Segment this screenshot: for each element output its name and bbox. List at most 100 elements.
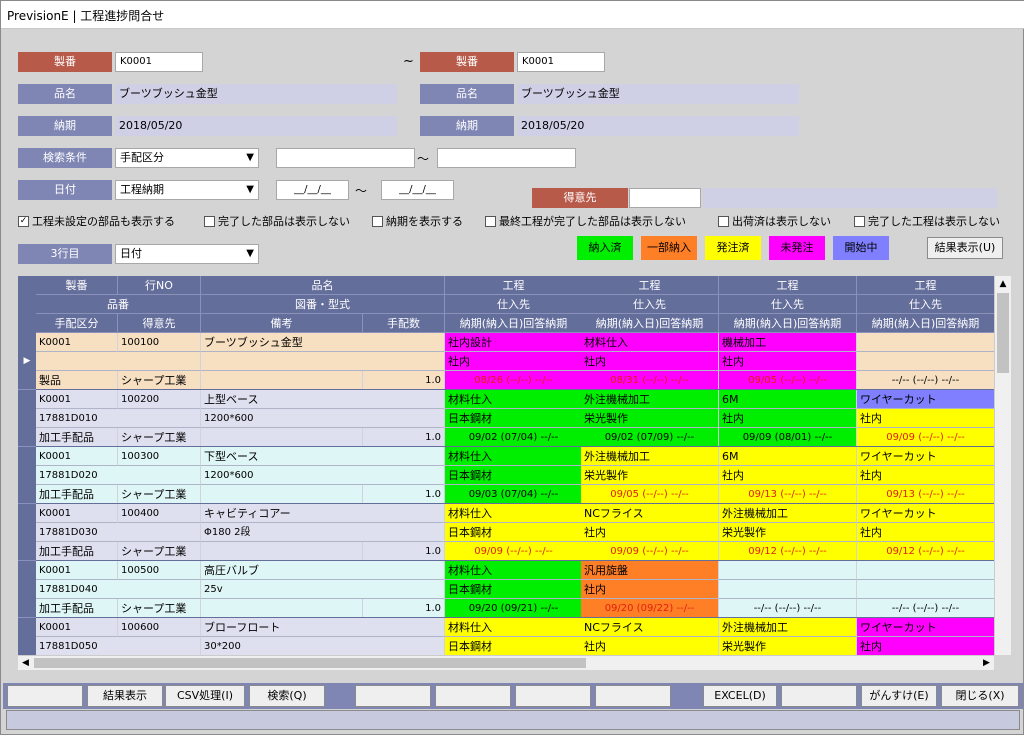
cell-process-name: ワイヤーカット [857,447,994,466]
col-header-noki: 納期(納入日)回答納期 [445,314,583,333]
cell-hinban-blank [118,637,201,655]
cell-process-date: 09/05 (--/--) --/-- [581,485,719,504]
row-selector[interactable] [18,561,36,618]
cell-zuban: Φ180 2段 [201,523,445,542]
scroll-right-icon[interactable]: ▶ [979,656,994,670]
cell-process-name: 6M [719,390,857,409]
cell-process-name [857,333,994,352]
vertical-scrollbar[interactable]: ▲ [994,276,1011,655]
row-selector[interactable] [18,447,36,504]
app-window: PrevisionE | 工程進捗問合せ 製番 K0001 ~ 製番 K0001… [0,0,1024,735]
col-header-zuban: 図番・型式 [201,295,445,314]
cell-process-date: 08/26 (--/--) --/-- [445,371,583,390]
kensaku-to-input[interactable] [437,148,576,168]
cell-kubun: 加工手配品 [36,485,118,504]
cell-process-supplier: 栄光製作 [719,523,857,542]
kensaku-from-input[interactable] [276,148,415,168]
kensaku-select[interactable]: 手配区分 ▼ [115,148,259,168]
col-header-koutei: 工程 [445,276,583,295]
cell-zuban: 1200*600 [201,466,445,485]
col-header-kubun: 手配区分 [36,314,118,333]
seiban-from-input[interactable]: K0001 [115,52,203,72]
seiban-to-label: 製番 [420,52,514,72]
col-header-tokui: 得意先 [118,314,201,333]
cell-process-name: 材料仕入 [445,561,583,580]
cell-hinban-blank [118,466,201,485]
cell-hinban-blank [118,409,201,428]
function-button-6[interactable] [515,685,591,707]
cell-hinban: 17881D050 [36,637,118,655]
progress-grid: 製番 行NO 品名 工程 工程 工程 工程 品番 図番・型式 仕入先 仕入先 仕入先 仕入先 手配区分 得意… [18,276,994,655]
cell-gyono: 100400 [118,504,201,523]
checkbox-show-noki[interactable]: 納期を表示する [372,213,463,229]
status-bar [6,710,1020,730]
cell-seiban: K0001 [36,504,118,523]
cell-hinmei: ブローフロート [201,618,445,637]
row-selector[interactable] [18,504,36,561]
cell-process-date: 09/12 (--/--) --/-- [719,542,857,561]
function-button-10[interactable]: がんすけ(E) [861,685,937,707]
checkbox-hide-completed-procs[interactable]: 完了した工程は表示しない [854,213,1000,229]
checkbox-label: 納期を表示する [386,215,463,228]
checkbox-show-unset[interactable]: ✓ 工程未設定の部品も表示する [18,213,175,229]
seiban-to-input[interactable]: K0001 [517,52,605,72]
vertical-scroll-thumb[interactable] [997,293,1009,373]
function-button-4[interactable] [355,685,431,707]
cell-process-supplier: 社内 [857,466,994,485]
cell-hinmei: ブーツブッシュ金型 [201,333,445,352]
cell-process-date: --/-- (--/--) --/-- [857,371,994,390]
function-button-0[interactable] [7,685,83,707]
checkbox-hide-final-completed[interactable]: 最終工程が完了した部品は表示しない [485,213,686,229]
cell-process-supplier: 栄光製作 [581,409,719,428]
horizontal-scrollbar[interactable]: ◀ ▶ [18,655,994,670]
cell-zuban: 30*200 [201,637,445,655]
cell-hinmei: キャビティコアー [201,504,445,523]
cell-process-supplier: 日本鋼材 [445,523,583,542]
result-display-button[interactable]: 結果表示(U) [927,237,1003,259]
row-selector[interactable] [18,618,36,655]
checkbox-box [372,215,383,227]
cell-hinban: 17881D020 [36,466,118,485]
row-selector[interactable] [18,390,36,447]
row-selector[interactable]: ▶ [18,333,36,390]
function-button-11[interactable]: 閉じる(X) [941,685,1019,707]
col-header-noki: 納期(納入日)回答納期 [581,314,719,333]
cell-process-name: 社内設計 [445,333,583,352]
cell-process-date: 09/13 (--/--) --/-- [719,485,857,504]
date-from-input[interactable]: __/__/__ [276,180,349,200]
scroll-left-icon[interactable]: ◀ [18,656,33,670]
function-button-8[interactable]: EXCEL(D) [703,685,777,707]
function-button-5[interactable] [435,685,511,707]
cell-process-name: 機械加工 [719,333,857,352]
cell-hinban [36,352,118,371]
cell-process-name: NCフライス [581,618,719,637]
tokui-input[interactable] [629,188,701,208]
function-button-7[interactable] [595,685,671,707]
checkbox-hide-completed-parts[interactable]: 完了した部品は表示しない [204,213,350,229]
function-button-3[interactable]: 検索(Q) [249,685,325,707]
cell-process-supplier: 社内 [857,523,994,542]
horizontal-scroll-thumb[interactable] [34,658,586,668]
cell-hinban-blank [118,580,201,599]
function-button-1[interactable]: 結果表示 [87,685,163,707]
function-button-2[interactable]: CSV処理(I) [165,685,245,707]
row3-select[interactable]: 日付 ▼ [115,244,259,264]
chevron-down-icon: ▼ [246,152,254,163]
hizuke-select[interactable]: 工程納期 ▼ [115,180,259,200]
cell-process-name: 材料仕入 [445,504,583,523]
cell-process-supplier: 日本鋼材 [445,409,583,428]
cell-qty: 1.0 [363,428,445,447]
scroll-up-icon[interactable]: ▲ [995,276,1011,292]
row3-label: 3行目 [18,244,112,264]
cell-process-name: 汎用旋盤 [581,561,719,580]
cell-process-date: 09/02 (07/09) --/-- [581,428,719,447]
cell-seiban: K0001 [36,561,118,580]
date-to-input[interactable]: __/__/__ [381,180,454,200]
checkbox-hide-shipped[interactable]: 出荷済は表示しない [718,213,831,229]
col-header-koutei: 工程 [581,276,719,295]
cell-hinmei: 上型ベース [201,390,445,409]
function-button-9[interactable] [781,685,857,707]
col-header-noki: 納期(納入日)回答納期 [857,314,994,333]
cell-process-name: ワイヤーカット [857,504,994,523]
cell-kubun: 製品 [36,371,118,390]
